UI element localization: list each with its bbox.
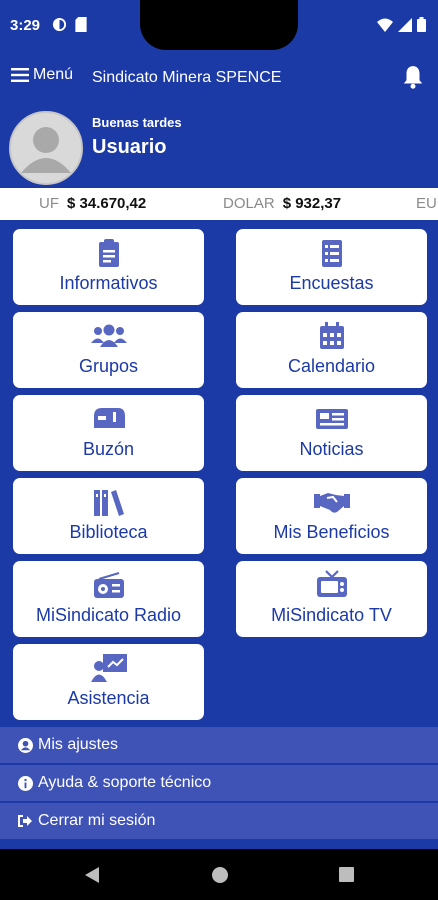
tile-asistencia[interactable]: Asistencia xyxy=(13,644,204,720)
signal-icon xyxy=(398,17,412,32)
tile-misindicato-radio[interactable]: MiSindicato Radio xyxy=(13,561,204,637)
clipboard-icon xyxy=(98,239,119,267)
books-icon xyxy=(93,490,124,516)
wifi-icon xyxy=(377,18,393,32)
recents-icon[interactable] xyxy=(339,867,354,882)
settings-row-mis-ajustes[interactable]: Mis ajustes xyxy=(0,727,438,763)
app-title: Sindicato Minera SPENCE xyxy=(92,69,282,86)
status-time: 3:29 xyxy=(10,17,41,34)
status-bar: 3:29 xyxy=(0,0,438,52)
home-icon[interactable] xyxy=(211,866,229,884)
tile-label: Encuestas xyxy=(289,273,374,293)
tile-buzon[interactable]: Buzón xyxy=(13,395,204,471)
info-circle-icon xyxy=(17,775,33,791)
user-circle-icon xyxy=(17,737,33,753)
camera-notch xyxy=(140,0,298,50)
ticker-item-dolar: DOLAR $ 932,37 xyxy=(223,195,341,212)
tile-biblioteca[interactable]: Biblioteca xyxy=(13,478,204,554)
settings-row-cerrar-sesion[interactable]: Cerrar mi sesión xyxy=(0,803,438,839)
tile-label: Grupos xyxy=(78,356,139,376)
user-placeholder-icon xyxy=(21,127,71,173)
tile-label: Buzón xyxy=(82,439,135,459)
tile-label: Calendario xyxy=(287,356,376,376)
tile-noticias[interactable]: Noticias xyxy=(236,395,427,471)
back-icon[interactable] xyxy=(84,866,100,884)
tv-icon xyxy=(316,570,347,597)
hamburger-icon xyxy=(11,68,29,82)
currency-ticker: UF $ 34.670,42 DOLAR $ 932,37 EU xyxy=(0,188,438,220)
greeting-text: Buenas tardes xyxy=(92,115,182,130)
survey-list-icon xyxy=(321,240,342,267)
tile-misindicato-tv[interactable]: MiSindicato TV xyxy=(236,561,427,637)
bell-icon[interactable] xyxy=(400,64,426,90)
app-bar: Menú Sindicato Minera SPENCE xyxy=(0,58,438,98)
ticker-value: $ 34.670,42 xyxy=(67,195,147,212)
tile-label: Asistencia xyxy=(67,688,150,708)
settings-row-label: Cerrar mi sesión xyxy=(38,812,156,829)
status-right-icons xyxy=(377,17,426,32)
tile-label: Biblioteca xyxy=(69,522,148,542)
profile-header: Buenas tardes Usuario xyxy=(0,106,438,185)
sim-card-icon xyxy=(75,17,87,32)
calendar-icon xyxy=(319,322,344,349)
battery-icon xyxy=(417,17,426,32)
tile-label: Informativos xyxy=(59,273,158,293)
settings-row-label: Mis ajustes xyxy=(38,736,119,753)
data-saver-icon xyxy=(52,17,67,32)
tile-label: Mis Beneficios xyxy=(273,522,390,542)
tile-calendario[interactable]: Calendario xyxy=(236,312,427,388)
tile-label: Noticias xyxy=(299,439,364,459)
tile-label: MiSindicato TV xyxy=(271,605,392,625)
ticker-item-euro: EU xyxy=(416,195,438,212)
system-nav-bar xyxy=(0,849,438,900)
newspaper-icon xyxy=(315,409,348,429)
ticker-label: UF xyxy=(39,195,59,212)
settings-row-label: Ayuda & soporte técnico xyxy=(38,774,212,791)
tile-informativos[interactable]: Informativos xyxy=(13,229,204,305)
menu-label: Menú xyxy=(33,66,74,83)
ticker-item-uf: UF $ 34.670,42 xyxy=(39,195,146,212)
tile-grupos[interactable]: Grupos xyxy=(13,312,204,388)
avatar[interactable] xyxy=(9,111,83,185)
settings-row-ayuda[interactable]: Ayuda & soporte técnico xyxy=(0,765,438,801)
presenter-icon xyxy=(90,654,127,682)
tile-mis-beneficios[interactable]: Mis Beneficios xyxy=(236,478,427,554)
sign-out-icon xyxy=(18,815,32,827)
tile-encuestas[interactable]: Encuestas xyxy=(236,229,427,305)
radio-icon xyxy=(93,571,124,598)
group-people-icon xyxy=(90,324,127,347)
ticker-value: $ 932,37 xyxy=(282,195,342,212)
handshake-icon xyxy=(313,493,350,513)
tile-label: MiSindicato Radio xyxy=(35,605,182,625)
mailbox-icon xyxy=(93,408,125,428)
user-name: Usuario xyxy=(92,136,167,158)
ticker-label: DOLAR xyxy=(223,195,275,212)
menu-button[interactable]: Menú xyxy=(11,66,73,84)
ticker-label: EU xyxy=(416,195,437,212)
status-left-icons xyxy=(52,17,87,32)
